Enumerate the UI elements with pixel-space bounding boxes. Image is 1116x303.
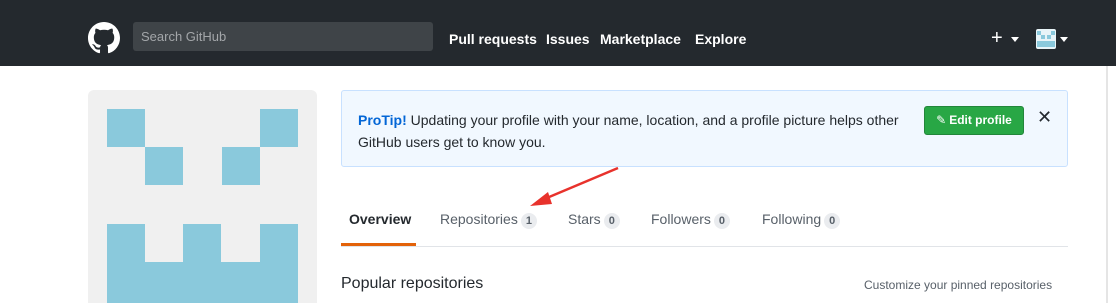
- close-icon[interactable]: ✕: [1037, 107, 1052, 128]
- tab-count: 0: [824, 213, 841, 229]
- user-avatar-menu[interactable]: [1036, 29, 1056, 49]
- tab-count: 0: [713, 213, 731, 229]
- protip-lead: ProTip!: [358, 112, 407, 128]
- tab-stars[interactable]: Stars 0: [568, 211, 620, 229]
- identicon-small-icon: [1037, 31, 1055, 47]
- tab-label: Stars: [568, 211, 601, 227]
- pencil-icon: ✎: [936, 113, 947, 127]
- chevron-down-icon[interactable]: [1060, 37, 1068, 42]
- tab-count: 1: [520, 213, 537, 229]
- customize-pinned-link[interactable]: Customize your pinned repositories: [864, 278, 1052, 292]
- protip-body: Updating your profile with your name, lo…: [358, 112, 899, 150]
- top-header: Search GitHub Pull requests Issues Marke…: [0, 0, 1116, 66]
- tab-label: Overview: [349, 211, 412, 227]
- nav-issues[interactable]: Issues: [546, 31, 590, 47]
- tab-label: Following: [762, 211, 822, 227]
- edit-profile-button[interactable]: ✎ Edit profile: [924, 106, 1024, 135]
- chevron-down-icon[interactable]: [1011, 37, 1019, 42]
- tab-repositories[interactable]: Repositories 1: [440, 211, 537, 229]
- tab-count: 0: [603, 213, 620, 229]
- tab-label: Repositories: [440, 211, 518, 227]
- tab-label: Followers: [651, 211, 711, 227]
- active-tab-indicator: [341, 243, 416, 246]
- edit-profile-label: Edit profile: [949, 113, 1012, 127]
- tab-overview[interactable]: Overview: [349, 211, 411, 227]
- tab-following[interactable]: Following 0: [762, 211, 841, 229]
- scrollbar-track[interactable]: [1106, 66, 1108, 303]
- search-input[interactable]: Search GitHub: [133, 22, 433, 51]
- popular-repositories-heading: Popular repositories: [341, 275, 484, 292]
- profile-avatar[interactable]: [88, 90, 317, 303]
- nav-explore[interactable]: Explore: [695, 31, 746, 47]
- protip-banner: ProTip! Updating your profile with your …: [341, 90, 1068, 167]
- github-logo-icon[interactable]: [88, 22, 120, 54]
- identicon-icon: [107, 109, 298, 303]
- protip-text: ProTip! Updating your profile with your …: [358, 109, 918, 153]
- create-new-button[interactable]: +: [991, 27, 1003, 49]
- profile-tabs: Overview Repositories 1 Stars 0 Followers 0…: [341, 200, 1068, 247]
- nav-pull-requests[interactable]: Pull requests: [449, 31, 537, 47]
- tab-followers[interactable]: Followers 0: [651, 211, 731, 229]
- nav-marketplace[interactable]: Marketplace: [600, 31, 681, 47]
